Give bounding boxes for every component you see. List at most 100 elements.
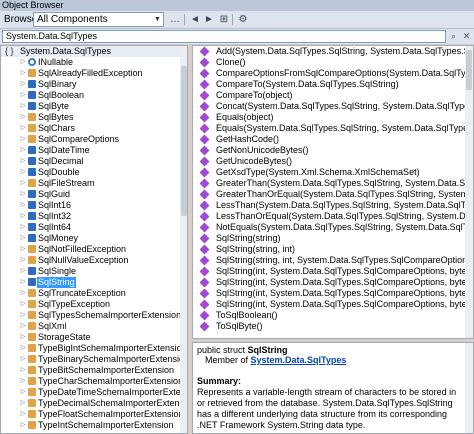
tree-item[interactable]: ▷ SqlInt64 [1,222,180,233]
tree-item[interactable]: ▷ StorageState [1,332,180,343]
ellipsis-icon[interactable]: … [168,13,182,26]
tree-item[interactable]: ▷ SqlNullValueException [1,255,180,266]
member-item[interactable]: Equals(object) [193,112,465,123]
member-item[interactable]: GetXsdType(System.Xml.Schema.XmlSchemaSe… [193,167,465,178]
expand-arrow-icon[interactable]: ▷ [19,332,27,343]
tree-item[interactable]: ▷ TypeBinarySchemaImporterExtension [1,354,187,365]
member-item[interactable]: GreaterThan(System.Data.SqlTypes.SqlStri… [193,178,465,189]
member-item[interactable]: GetUnicodeBytes() [193,156,465,167]
member-item[interactable]: ToSqlBoolean() [193,310,465,321]
expand-arrow-icon[interactable]: ▷ [19,277,27,288]
tree-item[interactable]: ▷ TypeBigIntSchemaImporterExtension [1,343,187,354]
expand-arrow-icon[interactable]: ▷ [19,288,27,299]
add-reference-icon[interactable]: ⊞ [217,13,231,26]
tree-item[interactable]: ▷ SqlDateTime [1,145,180,156]
member-item[interactable]: GetHashCode() [193,134,465,145]
member-item[interactable]: LessThan(System.Data.SqlTypes.SqlString,… [193,200,465,211]
forward-arrow-icon[interactable]: ► [202,13,216,26]
expand-arrow-icon[interactable]: ▷ [19,266,27,277]
tree-item[interactable]: ▷ SqlTypesSchemaImporterExtensionHelper [1,310,187,321]
member-item[interactable]: LessThanOrEqual(System.Data.SqlTypes.Sql… [193,211,465,222]
tree-item[interactable]: ▷ SqlDecimal [1,156,180,167]
member-item[interactable]: SqlString(int, System.Data.SqlTypes.SqlC… [193,277,465,288]
chevron-down-icon[interactable]: ▼ [152,13,163,26]
tree-item[interactable]: ▷ TypeDateTimeSchemaImporterExtension [1,387,187,398]
tree-item[interactable]: ▷ SqlXml [1,321,180,332]
expand-arrow-icon[interactable]: ▷ [19,321,27,332]
members-scrollbar[interactable] [465,46,473,338]
settings-icon[interactable]: ⚙ [236,13,250,26]
member-item[interactable]: SqlString(int, System.Data.SqlTypes.SqlC… [193,299,465,310]
objects-tree-pane[interactable]: { } System.Data.SqlTypes ▷ INullable ▷ SqlA… [0,45,188,434]
member-item[interactable]: GreaterThanOrEqual(System.Data.SqlTypes.… [193,189,465,200]
member-item[interactable]: ToSqlByte() [193,321,465,332]
expand-arrow-icon[interactable]: ▷ [19,79,27,90]
member-item[interactable]: SqlString(int, System.Data.SqlTypes.SqlC… [193,288,465,299]
search-icon[interactable]: ⌕ [448,30,459,43]
expand-arrow-icon[interactable]: ▷ [19,255,27,266]
member-item[interactable]: CompareTo(object) [193,90,465,101]
expand-arrow-icon[interactable]: ▷ [19,178,27,189]
member-item[interactable]: Add(System.Data.SqlTypes.SqlString, Syst… [193,46,465,57]
expand-arrow-icon[interactable]: ▷ [19,145,27,156]
search-input[interactable]: System.Data.SqlTypes [2,30,446,43]
expand-arrow-icon[interactable]: ▷ [19,200,27,211]
expand-arrow-icon[interactable]: ▷ [19,90,27,101]
tree-item[interactable]: ▷ SqlSingle [1,266,180,277]
tree-item[interactable]: ▷ SqlMoney [1,233,180,244]
expand-arrow-icon[interactable]: ▷ [19,376,27,387]
tree-item[interactable]: ▷ TypeIntSchemaImporterExtension [1,420,180,431]
expand-arrow-icon[interactable]: ▷ [19,244,27,255]
member-item[interactable]: CompareOptionsFromSqlCompareOptions(Syst… [193,68,465,79]
expand-arrow-icon[interactable]: ▷ [19,134,27,145]
expand-arrow-icon[interactable]: ▷ [19,310,27,321]
expand-arrow-icon[interactable]: ▷ [19,156,27,167]
tree-item[interactable]: ▷ TypeFloatSchemaImporterExtension [1,409,184,420]
tree-item[interactable]: ▷ SqlBytes [1,112,180,123]
expand-arrow-icon[interactable]: ▷ [19,409,27,420]
tree-item[interactable]: ▷ SqlChars [1,123,180,134]
tree-item[interactable]: ▷ TypeDecimalSchemaImporterExtension [1,398,187,409]
expand-arrow-icon[interactable]: ▷ [19,387,27,398]
expand-arrow-icon[interactable]: ▷ [19,68,27,79]
tree-item[interactable]: ▷ SqlGuid [1,189,180,200]
expand-arrow-icon[interactable]: ▷ [19,343,27,354]
objects-tree-scrollbar[interactable] [180,46,187,433]
tree-item[interactable]: ▷ SqlInt16 [1,200,180,211]
member-item[interactable]: CompareTo(System.Data.SqlTypes.SqlString… [193,79,465,90]
member-item[interactable]: GetNonUnicodeBytes() [193,145,465,156]
expand-arrow-icon[interactable]: ▷ [19,123,27,134]
tree-item[interactable]: ▷ SqlCompareOptions [1,134,180,145]
scrollbar-thumb[interactable] [466,50,472,90]
expand-arrow-icon[interactable]: ▷ [19,57,27,68]
expand-arrow-icon[interactable]: ▷ [19,167,27,178]
expand-arrow-icon[interactable]: ▷ [19,299,27,310]
member-item[interactable]: Equals(System.Data.SqlTypes.SqlString, S… [193,123,465,134]
expand-arrow-icon[interactable]: ▷ [19,211,27,222]
tree-item[interactable]: ▷ SqlDouble [1,167,180,178]
expand-arrow-icon[interactable]: ▷ [19,222,27,233]
member-item[interactable]: NotEquals(System.Data.SqlTypes.SqlString… [193,222,465,233]
expand-arrow-icon[interactable]: ▷ [19,420,27,431]
member-item[interactable]: SqlString(string) [193,233,465,244]
tree-item[interactable]: ▷ SqlNotFilledException [1,244,180,255]
browse-scope-dropdown[interactable]: All Components ▼ [33,12,164,27]
tree-item[interactable]: ▷ SqlBoolean [1,90,180,101]
tree-item[interactable]: ▷ SqlAlreadyFilledException [1,68,180,79]
tree-item[interactable]: ▷ SqlFileStream [1,178,180,189]
expand-arrow-icon[interactable]: ▷ [19,112,27,123]
expand-arrow-icon[interactable]: ▷ [19,233,27,244]
member-item[interactable]: Concat(System.Data.SqlTypes.SqlString, S… [193,101,465,112]
tree-item[interactable]: ▷ SqlTypeException [1,299,180,310]
expand-arrow-icon[interactable]: ▷ [19,365,27,376]
tree-root-namespace[interactable]: { } System.Data.SqlTypes [1,46,180,57]
expand-arrow-icon[interactable]: ▷ [19,354,27,365]
tree-item[interactable]: ▷ SqlTruncateException [1,288,180,299]
back-arrow-icon[interactable]: ◄ [188,13,202,26]
tree-item[interactable]: ▷ SqlBinary [1,79,180,90]
expand-arrow-icon[interactable]: ▷ [19,189,27,200]
tree-item[interactable]: ▷ SqlByte [1,101,180,112]
expand-arrow-icon[interactable]: ▷ [19,398,27,409]
tree-item[interactable]: ▷ SqlInt32 [1,211,180,222]
description-scrollbar[interactable] [465,343,473,433]
